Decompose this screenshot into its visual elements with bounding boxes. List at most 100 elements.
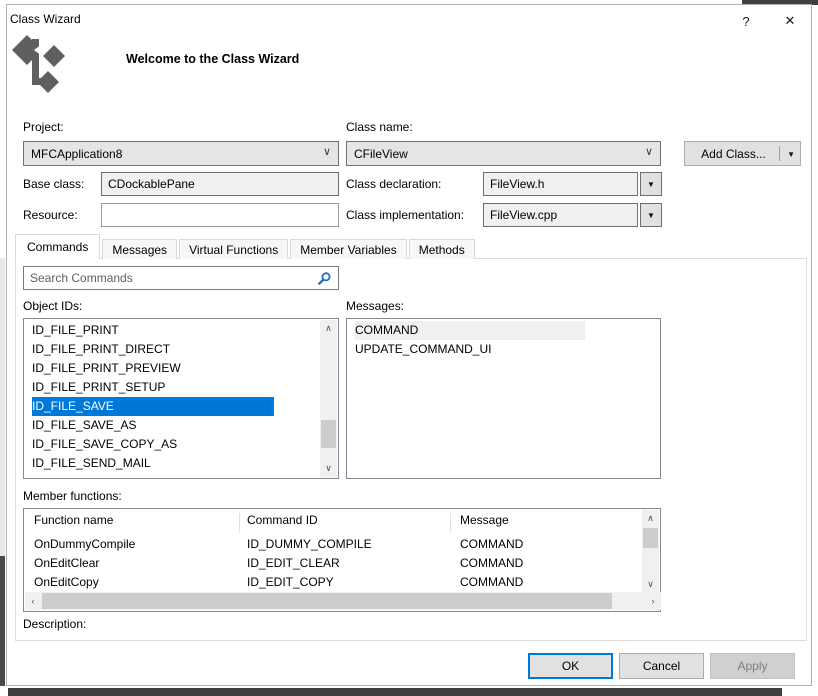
apply-button-label: Apply [737, 659, 767, 673]
class-name-label: Class name: [346, 120, 413, 134]
dropdown-arrow-icon: ▼ [647, 211, 655, 220]
search-input[interactable] [24, 267, 320, 289]
cancel-button-label: Cancel [643, 659, 680, 673]
scroll-down-icon[interactable]: ∨ [320, 460, 337, 477]
chevron-down-icon: ∨ [323, 145, 331, 158]
list-item[interactable]: ID_FILE_SAVE [25, 397, 320, 416]
dropdown-arrow-icon: ▼ [647, 180, 655, 189]
window-title: Class Wizard [10, 12, 81, 26]
column-header-command-id[interactable]: Command ID [247, 513, 318, 527]
chevron-down-icon: ∨ [645, 145, 653, 158]
cancel-button[interactable]: Cancel [619, 653, 704, 679]
scroll-left-icon[interactable]: ‹ [25, 592, 41, 610]
search-icon[interactable] [317, 271, 332, 286]
table-row[interactable]: OnDummyCompile ID_DUMMY_COMPILE COMMAND [24, 535, 643, 554]
class-name-combobox[interactable]: CFileView ∨ [346, 141, 661, 166]
list-item-label: UPDATE_COMMAND_UI [355, 340, 491, 359]
scroll-down-icon[interactable]: ∨ [642, 576, 659, 593]
background-strip-bottom [8, 688, 782, 696]
member-functions-label: Member functions: [23, 489, 122, 503]
apply-button: Apply [710, 653, 795, 679]
class-declaration-dropdown-button[interactable]: ▼ [640, 172, 662, 196]
table-cell: OnDummyCompile [34, 535, 135, 554]
ok-button-label: OK [562, 659, 579, 673]
list-item-label: ID_FILE_SAVE_AS [32, 416, 137, 435]
list-item[interactable]: ID_FILE_PRINT_SETUP [25, 378, 320, 397]
class-wizard-dialog: Class Wizard ? ✕ Welcome to the Class Wi… [6, 4, 812, 686]
scrollbar-thumb[interactable] [643, 528, 658, 548]
object-ids-listbox: ID_FILE_PRINTID_FILE_PRINT_DIRECTID_FILE… [23, 318, 339, 479]
column-separator[interactable] [239, 513, 240, 533]
table-cell: ID_EDIT_COPY [247, 573, 334, 592]
class-declaration-label: Class declaration: [346, 177, 441, 191]
help-button[interactable]: ? [731, 9, 761, 33]
welcome-title: Welcome to the Class Wizard [126, 52, 299, 66]
base-class-label: Base class: [23, 177, 84, 191]
class-wizard-icon [12, 35, 66, 93]
list-item[interactable]: ID_FILE_PRINT_PREVIEW [25, 359, 320, 378]
tab-member-variables[interactable]: Member Variables [290, 239, 406, 259]
base-class-value: CDockablePane [108, 177, 195, 191]
split-separator [779, 146, 780, 161]
class-declaration-value: FileView.h [490, 177, 544, 191]
list-item[interactable]: ID_FILE_SEND_MAIL [25, 454, 320, 473]
list-item-label: ID_FILE_SAVE [32, 397, 274, 416]
list-item-label: COMMAND [355, 321, 585, 340]
add-class-dropdown-icon[interactable]: ▼ [787, 150, 795, 159]
tab-commands[interactable]: Commands [15, 234, 100, 259]
column-header-function-name[interactable]: Function name [34, 513, 113, 527]
list-item[interactable]: ID_FILE_SAVE_AS [25, 416, 320, 435]
table-cell: ID_DUMMY_COMPILE [247, 535, 372, 554]
background-sliver-left [0, 556, 5, 686]
class-implementation-dropdown-button[interactable]: ▼ [640, 203, 662, 227]
table-cell: COMMAND [460, 535, 523, 554]
resource-field[interactable] [101, 203, 339, 227]
project-combobox-value: MFCApplication8 [31, 147, 122, 161]
tab-methods[interactable]: Methods [409, 239, 475, 259]
list-item[interactable]: ID_FILE_PRINT [25, 321, 320, 340]
table-cell: COMMAND [460, 554, 523, 573]
scroll-right-icon[interactable]: › [645, 592, 661, 610]
project-combobox[interactable]: MFCApplication8 ∨ [23, 141, 339, 166]
add-class-button[interactable]: Add Class... ▼ [684, 141, 801, 166]
object-ids-list: ID_FILE_PRINTID_FILE_PRINT_DIRECTID_FILE… [25, 321, 320, 473]
table-cell: COMMAND [460, 573, 523, 592]
base-class-field[interactable]: CDockablePane [101, 172, 339, 196]
table-cell: ID_EDIT_CLEAR [247, 554, 340, 573]
table-header: Function name Command ID Message [24, 509, 643, 533]
column-separator[interactable] [450, 513, 451, 533]
table-cell: OnEditClear [34, 554, 99, 573]
list-item[interactable]: ID_FILE_PRINT_DIRECT [25, 340, 320, 359]
description-label: Description: [23, 617, 86, 631]
list-item-label: ID_FILE_SEND_MAIL [32, 454, 151, 473]
table-row[interactable]: OnEditCopy ID_EDIT_COPY COMMAND [24, 573, 643, 592]
screen: Class Wizard ? ✕ Welcome to the Class Wi… [0, 0, 818, 696]
scrollbar-thumb[interactable] [321, 420, 336, 448]
tab-strip: CommandsMessagesVirtual FunctionsMember … [15, 234, 477, 259]
ok-button[interactable]: OK [528, 653, 613, 679]
scrollbar-thumb[interactable] [42, 593, 612, 609]
scroll-up-icon[interactable]: ∧ [320, 320, 337, 337]
list-item[interactable]: ID_FILE_SAVE_COPY_AS [25, 435, 320, 454]
resource-label: Resource: [23, 208, 78, 222]
list-item[interactable]: UPDATE_COMMAND_UI [348, 340, 658, 359]
table-row[interactable]: OnEditClear ID_EDIT_CLEAR COMMAND [24, 554, 643, 573]
messages-list: COMMANDUPDATE_COMMAND_UI [348, 321, 658, 359]
messages-listbox: COMMANDUPDATE_COMMAND_UI [346, 318, 661, 479]
list-item[interactable]: COMMAND [348, 321, 658, 340]
tab-virtual-functions[interactable]: Virtual Functions [179, 239, 288, 259]
object-ids-scrollbar[interactable]: ∧ ∨ [320, 320, 337, 477]
table-cell: OnEditCopy [34, 573, 99, 592]
column-header-message[interactable]: Message [460, 513, 509, 527]
class-declaration-field[interactable]: FileView.h [483, 172, 638, 196]
messages-label: Messages: [346, 299, 404, 313]
tab-messages[interactable]: Messages [102, 239, 177, 259]
list-item-label: ID_FILE_PRINT_PREVIEW [32, 359, 181, 378]
table-horizontal-scrollbar[interactable]: ‹ › [25, 592, 661, 610]
scroll-up-icon[interactable]: ∧ [642, 510, 659, 527]
member-functions-table: Function name Command ID Message OnDummy… [23, 508, 661, 612]
class-implementation-field[interactable]: FileView.cpp [483, 203, 638, 227]
class-name-combobox-value: CFileView [354, 147, 408, 161]
table-vertical-scrollbar[interactable]: ∧ ∨ [642, 510, 659, 593]
close-button[interactable]: ✕ [775, 9, 805, 33]
